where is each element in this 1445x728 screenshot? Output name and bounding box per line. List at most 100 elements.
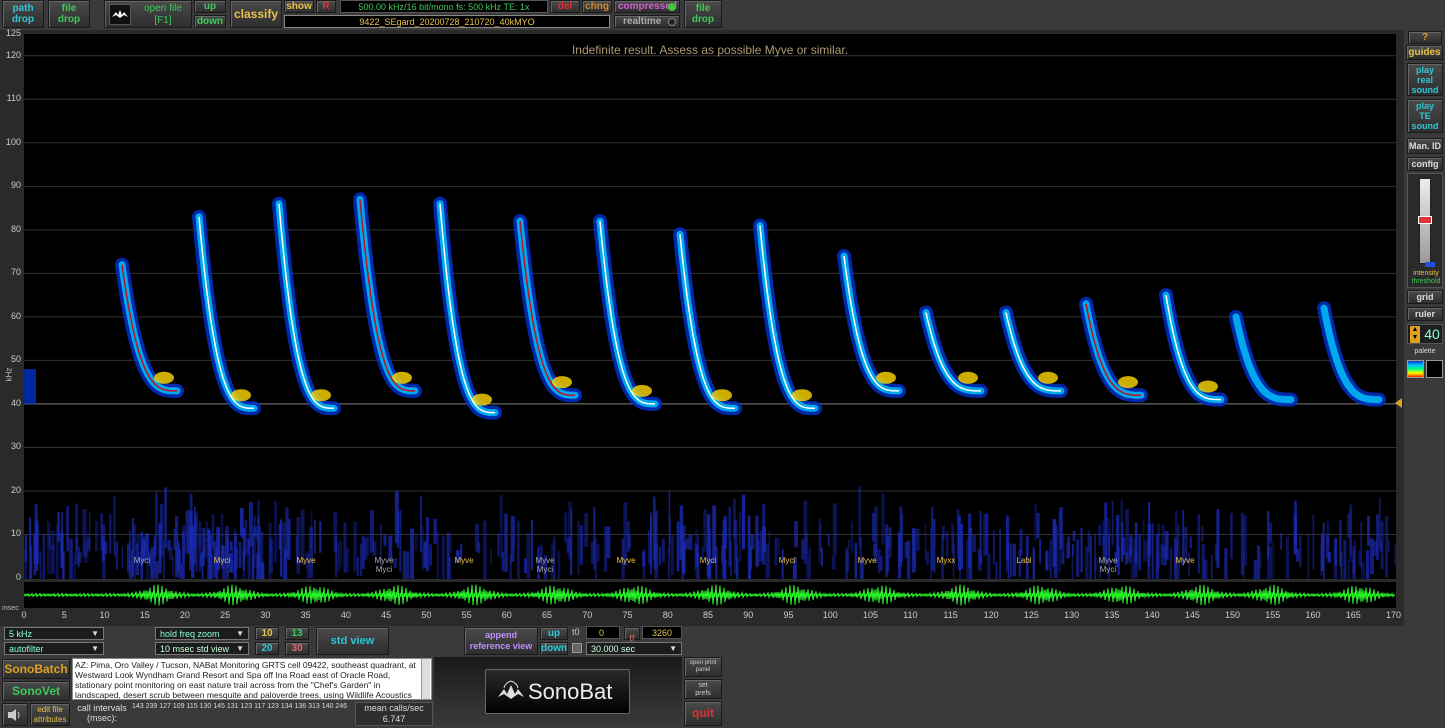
open-file-button[interactable]: open file [F1] xyxy=(104,0,192,28)
preset-20-button[interactable]: 20 xyxy=(255,642,279,655)
call-label[interactable]: Myve xyxy=(1165,556,1205,565)
filename-field[interactable]: 9422_SEgard_20200728_210720_40kMYO xyxy=(284,15,610,28)
down-button[interactable]: down xyxy=(540,642,568,655)
noise-mark xyxy=(1367,515,1370,547)
spectrogram-plot[interactable]: Indefinite result. Assess as possible My… xyxy=(24,34,1396,579)
threshold-label: threshold xyxy=(1411,278,1441,285)
noise-mark xyxy=(748,520,751,559)
palette-mono-swatch[interactable] xyxy=(1426,360,1443,378)
up-button[interactable]: up xyxy=(540,627,568,640)
call-label[interactable]: Myci xyxy=(688,556,728,565)
call-label[interactable]: Labl xyxy=(1004,556,1044,565)
help-button[interactable]: ? xyxy=(1408,31,1442,44)
call-label[interactable]: Myxx xyxy=(926,556,966,565)
noise-mark xyxy=(1071,544,1074,556)
call-label[interactable]: Myve xyxy=(606,556,646,565)
intensity-label: intensity xyxy=(1413,270,1439,277)
down-file-button[interactable]: down xyxy=(194,15,226,28)
noise-mark xyxy=(577,521,580,575)
ruler-stepper[interactable]: ▲ ▼ 40 xyxy=(1407,324,1443,344)
noise-mark xyxy=(253,515,257,568)
path-drop-button[interactable]: path drop xyxy=(2,0,44,28)
noise-mark xyxy=(1269,522,1272,544)
speaker-button[interactable] xyxy=(2,703,28,726)
noise-mark xyxy=(482,520,487,579)
intensity-slider[interactable]: intensity threshold xyxy=(1407,173,1443,288)
waveform-strip[interactable] xyxy=(24,582,1396,608)
call-label-secondary: Myci xyxy=(375,565,393,574)
filter-select[interactable]: autofilter ▼ xyxy=(4,642,104,655)
call-label-primary: Myve xyxy=(535,556,555,565)
classify-button[interactable]: classify xyxy=(230,0,282,28)
noise-mark xyxy=(425,517,430,572)
call-label[interactable]: Myci xyxy=(767,556,807,565)
std-view-value: 10 msec std view xyxy=(160,643,230,654)
open-file-shortcut: [F1] xyxy=(154,15,172,26)
x-tick-label: 20 xyxy=(179,610,190,620)
set-prefs-button[interactable]: set prefs xyxy=(684,679,722,699)
stepper-arrows-icon[interactable]: ▲ ▼ xyxy=(1410,326,1420,343)
preset-10-button[interactable]: 10 xyxy=(255,627,279,640)
palette-color-swatch[interactable] xyxy=(1407,360,1424,378)
file-notes-textarea[interactable]: AZ: Pima, Oro Valley / Tucson, NABat Mon… xyxy=(72,658,432,700)
t0-field[interactable]: 0 xyxy=(586,626,620,639)
notes-scrollbar[interactable] xyxy=(421,659,430,699)
threshold-pointer-icon[interactable] xyxy=(1395,398,1402,408)
guides-button[interactable]: guides xyxy=(1406,45,1443,60)
preset-13-button[interactable]: 13 xyxy=(285,627,309,640)
r-button[interactable]: R xyxy=(316,0,336,13)
call-label[interactable]: Myve xyxy=(444,556,484,565)
duration-select[interactable]: 30.000 sec ▼ xyxy=(586,642,682,655)
sonobatch-button[interactable]: SonoBatch xyxy=(2,659,70,679)
sonovet-button[interactable]: SonoVet xyxy=(2,681,70,701)
noise-mark xyxy=(1189,536,1192,549)
file-drop-left-button[interactable]: file drop xyxy=(48,0,90,28)
noise-mark xyxy=(832,503,837,556)
call-label-primary: Myve xyxy=(454,556,474,565)
compressed-toggle[interactable]: compressed xyxy=(614,0,680,13)
frequency-zoom-select[interactable]: 5 kHz ▼ xyxy=(4,627,104,640)
call-label[interactable]: Myci xyxy=(122,556,162,565)
quit-button[interactable]: quit xyxy=(684,701,722,726)
call-label[interactable]: Myci xyxy=(202,556,242,565)
delete-button[interactable]: del xyxy=(550,0,580,13)
noise-mark xyxy=(1384,515,1389,578)
up-file-button[interactable]: up xyxy=(194,0,226,13)
open-print-panel-button[interactable]: open print panel xyxy=(684,657,722,677)
y-tick-label: 120 xyxy=(5,49,21,60)
realtime-toggle[interactable]: realtime xyxy=(614,15,680,28)
x-tick-label: 5 xyxy=(61,610,67,620)
noise-mark xyxy=(1380,520,1384,570)
noise-mark xyxy=(972,534,976,553)
config-button[interactable]: config xyxy=(1407,157,1443,171)
call-label[interactable]: Myve Myci xyxy=(364,556,404,574)
std-view-select[interactable]: 10 msec std view ▼ xyxy=(155,642,249,655)
ruler-button[interactable]: ruler xyxy=(1407,307,1443,321)
lock-checkbox[interactable] xyxy=(572,643,582,653)
append-reference-button[interactable]: append reference view xyxy=(464,627,538,655)
call-label[interactable]: Myve xyxy=(286,556,326,565)
std-view-button[interactable]: std view xyxy=(316,627,389,655)
noise-mark xyxy=(1285,536,1290,579)
slider-thumb-icon[interactable] xyxy=(1418,216,1432,224)
play-real-sound-button[interactable]: play real sound xyxy=(1407,63,1443,96)
call-label[interactable]: Myve xyxy=(847,556,887,565)
noise-mark xyxy=(1210,554,1213,579)
call-label[interactable]: Myve Myci xyxy=(525,556,565,574)
tf-button[interactable]: tf xyxy=(624,627,640,643)
play-te-sound-button[interactable]: play TE sound xyxy=(1407,99,1443,133)
noise-mark xyxy=(410,528,415,579)
show-button[interactable]: show xyxy=(284,0,314,13)
change-button[interactable]: chng xyxy=(582,0,612,13)
file-drop-right-button[interactable]: file drop xyxy=(684,0,722,28)
tf-field[interactable]: 3260 xyxy=(642,626,682,639)
ruler-value: 40 xyxy=(1424,326,1440,342)
grid-button[interactable]: grid xyxy=(1407,290,1443,304)
call-label[interactable]: Myve Myci xyxy=(1088,556,1128,574)
noise-mark xyxy=(1253,559,1257,579)
noise-mark xyxy=(1272,540,1275,579)
edit-file-attributes-button[interactable]: edit file attributes xyxy=(30,703,70,726)
preset-30-button[interactable]: 30 xyxy=(285,642,309,655)
hold-freq-zoom-select[interactable]: hold freq zoom ▼ xyxy=(155,627,249,640)
manual-id-button[interactable]: Man. ID xyxy=(1407,138,1443,154)
